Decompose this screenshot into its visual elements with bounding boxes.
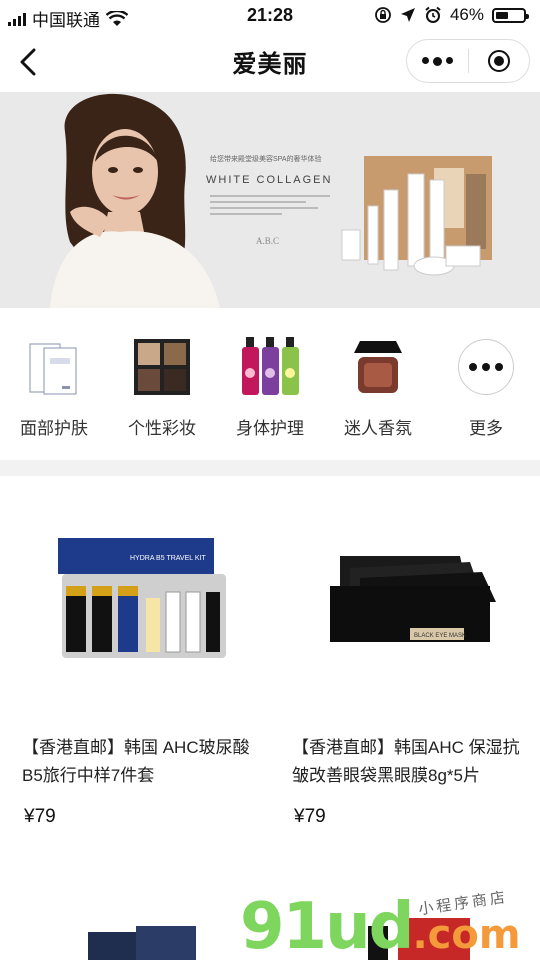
product-box-text: HYDRA B5 TRAVEL KIT — [130, 555, 206, 562]
rotation-lock-icon — [375, 7, 391, 23]
product-name: 【香港直邮】韩国 AHC玻尿酸B5旅行中样7件套 — [22, 738, 250, 785]
body-wash-bottles-icon — [239, 336, 301, 398]
category-body-care[interactable]: 身体护理 — [216, 308, 324, 460]
battery-percent: 46% — [449, 5, 484, 24]
alarm-icon — [425, 6, 441, 23]
category-face-care[interactable]: 面部护肤 — [0, 308, 108, 460]
dot — [421, 56, 429, 64]
battery-icon — [492, 7, 529, 23]
category-row: 面部护肤 个性彩妆 身体护理 迷人香氛 更多 — [0, 308, 540, 460]
banner-fine-print — [210, 195, 330, 219]
navigation-bar: 爱美丽 — [0, 32, 540, 92]
close-miniprogram-button[interactable] — [469, 50, 530, 72]
dot — [445, 56, 453, 64]
dot — [432, 56, 442, 66]
face-mask-icon — [23, 336, 85, 398]
product-card[interactable]: BLACK EYE MASK 【香港直邮】韩国AHC 保湿抗皱改善眼袋黑眼膜8g… — [270, 476, 540, 856]
product-name: 【香港直邮】韩国AHC 保湿抗皱改善眼袋黑眼膜8g*5片 — [292, 738, 520, 785]
category-makeup[interactable]: 个性彩妆 — [108, 308, 216, 460]
category-label: 个性彩妆 — [128, 419, 196, 438]
category-label: 身体护理 — [236, 419, 304, 438]
miniprogram-capsule — [406, 39, 530, 83]
perfume-icon — [347, 336, 409, 398]
product-price: ¥79 — [294, 806, 326, 827]
product-card[interactable]: HYDRA B5 TRAVEL KIT 【香港直邮】韩国 AHC玻尿酸B5旅行中… — [0, 476, 270, 856]
product-image: BLACK EYE MASK — [330, 556, 496, 642]
more-menu-button[interactable] — [407, 56, 468, 66]
more-icon — [455, 336, 517, 398]
product-image: HYDRA B5 TRAVEL KIT — [58, 538, 226, 658]
category-label: 迷人香氛 — [344, 419, 412, 438]
watermark-suffix: .com — [412, 912, 521, 958]
status-right: 46% — [374, 5, 529, 25]
category-fragrance[interactable]: 迷人香氛 — [324, 308, 432, 460]
target-icon — [487, 50, 510, 72]
category-label: 更多 — [469, 419, 503, 438]
category-label: 面部护肤 — [20, 419, 88, 438]
eyeshadow-palette-icon — [131, 336, 193, 398]
banner-tagline: 给您带来殿堂级美容SPA的奢华体验 — [210, 156, 322, 163]
section-divider — [0, 460, 540, 476]
model-photo — [40, 92, 225, 308]
location-arrow-icon — [400, 8, 415, 22]
product-price: ¥79 — [24, 806, 56, 827]
product-lineup-image — [341, 156, 492, 276]
watermark-main: 91ud — [240, 890, 414, 964]
category-more[interactable]: 更多 — [432, 308, 540, 460]
banner-headline: WHITE COLLAGEN — [206, 174, 333, 186]
product-box-text: BLACK EYE MASK — [414, 633, 466, 639]
banner-brand: A.B.C — [256, 236, 280, 246]
status-bar: 中国联通 21:28 46% — [0, 0, 540, 32]
promo-banner[interactable]: 给您带来殿堂级美容SPA的奢华体验 WHITE COLLAGEN A.B.C — [0, 92, 540, 308]
